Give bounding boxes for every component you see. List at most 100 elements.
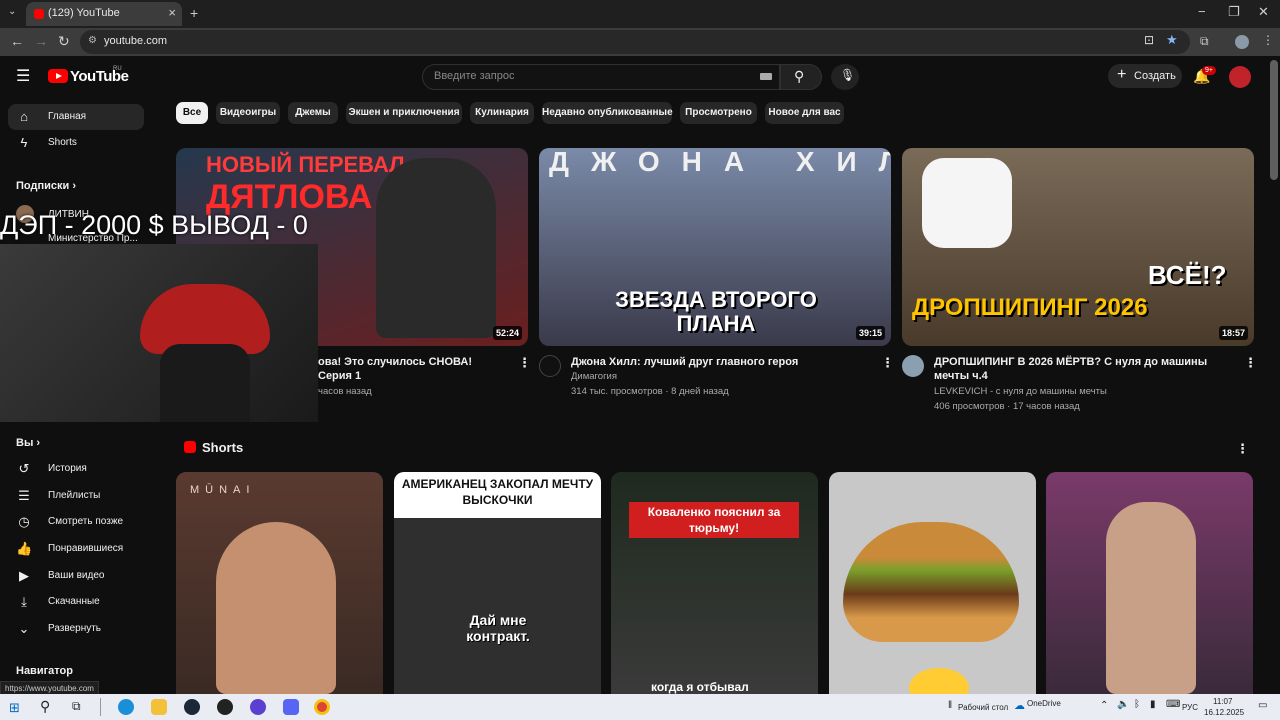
page-scrollbar[interactable]: [1270, 60, 1278, 180]
task-view-icon[interactable]: ⧉: [72, 699, 81, 714]
search-button[interactable]: ⚲: [780, 64, 822, 90]
video-title[interactable]: ова! Это случилось СНОВА! Серия 1: [318, 355, 508, 383]
voice-search-button[interactable]: 🎙: [831, 64, 859, 90]
back-icon[interactable]: ←: [10, 33, 24, 49]
short-item[interactable]: [1046, 472, 1253, 694]
channel-avatar[interactable]: [539, 355, 561, 377]
language-indicator[interactable]: РУС: [1182, 703, 1198, 712]
omnibox[interactable]: ⚙ youtube.com ⊡ ★: [80, 30, 1190, 54]
video-menu-icon[interactable]: ⋮: [1244, 355, 1257, 371]
create-button[interactable]: + Создать: [1108, 64, 1182, 88]
restore-button[interactable]: ❐: [1228, 4, 1240, 20]
onedrive-icon[interactable]: ☁: [1014, 699, 1025, 712]
windows-start-icon[interactable]: ⊞: [9, 700, 20, 716]
bookmark-star-icon[interactable]: ★: [1166, 32, 1178, 48]
short-item[interactable]: Коваленко пояснил за тюрьму! когда я отб…: [611, 472, 818, 694]
short-caption: Коваленко пояснил за тюрьму!: [629, 502, 799, 538]
short-caption: MŪNAI: [190, 484, 256, 496]
chip-cooking[interactable]: Кулинария: [470, 102, 534, 124]
chip-all[interactable]: Все: [176, 102, 208, 124]
edge-icon[interactable]: [118, 699, 134, 715]
shorts-heading: Shorts: [202, 440, 244, 455]
short-item[interactable]: [829, 472, 1036, 694]
sidebar-item-playlists[interactable]: ☰ Плейлисты: [8, 483, 144, 509]
channel-name[interactable]: Димагогия: [571, 371, 617, 382]
video-thumbnail[interactable]: ДЖОНА ХИЛЛ ЗВЕЗДА ВТОРОГО ПЛАНА 39:15: [539, 148, 891, 346]
channel-avatar[interactable]: [902, 355, 924, 377]
bluetooth-icon[interactable]: ᛒ: [1134, 699, 1140, 710]
like-icon: 👍: [16, 541, 33, 556]
chip-action[interactable]: Экшен и приключения: [346, 102, 462, 124]
url-text: youtube.com: [104, 35, 167, 47]
browser-menu-icon[interactable]: ⋮: [1262, 33, 1274, 47]
steam-icon[interactable]: [184, 699, 200, 715]
sidebar-item-history[interactable]: ↺ История: [8, 456, 144, 482]
chip-watched[interactable]: Просмотрено: [680, 102, 757, 124]
notifications-center-icon[interactable]: ▭: [1258, 700, 1267, 711]
new-tab-button[interactable]: +: [190, 5, 198, 21]
short-item[interactable]: MŪNAI: [176, 472, 383, 694]
app-icon[interactable]: [217, 699, 233, 715]
taskbar-search-icon[interactable]: ⚲: [40, 698, 50, 715]
forward-icon[interactable]: →: [34, 33, 48, 49]
video-title[interactable]: ДРОПШИПИНГ В 2026 МЁРТВ? С нуля до машин…: [934, 355, 1224, 383]
extensions-icon[interactable]: ⧉: [1200, 34, 1209, 49]
onedrive-label[interactable]: OneDrive: [1027, 699, 1061, 708]
sidebar-item-home[interactable]: ⌂ Главная: [8, 104, 144, 130]
chip-jams[interactable]: Джемы: [288, 102, 338, 124]
desktop-toolbar-label[interactable]: Рабочий стол: [958, 703, 1008, 712]
sidebar-item-downloads[interactable]: ⤓ Скачанные: [8, 589, 144, 615]
network-icon[interactable]: ⌨: [1166, 699, 1180, 710]
youtube-masthead: ☰ YouTube RU Введите запрос: [0, 56, 1280, 98]
window-close-button[interactable]: ✕: [1258, 4, 1269, 20]
subscriptions-heading[interactable]: Подписки ›: [16, 180, 76, 192]
expand-icon: ⌄: [18, 621, 30, 636]
channel-name[interactable]: LEVKEVICH - с нуля до машины мечты: [934, 386, 1107, 397]
reload-icon[interactable]: ↻: [58, 33, 70, 50]
account-avatar[interactable]: [1229, 66, 1251, 88]
video-menu-icon[interactable]: ⋮: [881, 355, 894, 371]
tab-search-icon[interactable]: ⌄: [8, 6, 16, 17]
minimize-button[interactable]: −: [1198, 4, 1206, 19]
chip-videogames[interactable]: Видеоигры: [216, 102, 280, 124]
tray-expand-icon[interactable]: ⌃: [1100, 700, 1108, 711]
search-input[interactable]: Введите запрос: [422, 64, 780, 90]
profile-avatar[interactable]: [1235, 35, 1249, 49]
hamburger-menu-icon[interactable]: ☰: [16, 66, 30, 86]
install-app-icon[interactable]: ⊡: [1144, 33, 1154, 47]
create-label: Создать: [1134, 70, 1176, 82]
sidebar-item-label: Главная: [48, 111, 87, 122]
you-heading[interactable]: Вы ›: [16, 437, 40, 449]
stream-overlay-text: ДЭП - 2000 $ ВЫВОД - 0: [0, 210, 308, 240]
sidebar-item-label: Смотреть позже: [48, 516, 124, 527]
desktop-toolbar-icon[interactable]: ‖: [948, 700, 952, 711]
sidebar-item-expand[interactable]: ⌄ Развернуть: [8, 616, 144, 642]
playlists-icon: ☰: [18, 488, 30, 503]
file-explorer-icon[interactable]: [151, 699, 167, 715]
obs-icon[interactable]: [250, 699, 266, 715]
tab-youtube[interactable]: (129) YouTube ×: [26, 2, 182, 26]
video-thumbnail[interactable]: ВСЁ!? ДРОПШИПИНГ 2026 18:57: [902, 148, 1254, 346]
video-title[interactable]: Джона Хилл: лучший друг главного героя: [571, 355, 861, 369]
clock-time[interactable]: 11:07: [1213, 697, 1232, 706]
sidebar-item-your-videos[interactable]: ▶ Ваши видео: [8, 563, 144, 589]
burger-image: [843, 522, 1019, 642]
chrome-icon[interactable]: [314, 699, 330, 715]
sidebar-item-watch-later[interactable]: ◷ Смотреть позже: [8, 509, 144, 535]
battery-icon[interactable]: ▮: [1150, 699, 1156, 710]
short-item[interactable]: АМЕРИКАНЕЦ ЗАКОПАЛ МЕЧТУ ВЫСКОЧКИ Дай мн…: [394, 472, 601, 694]
youtube-logo-icon[interactable]: [48, 69, 68, 83]
thumbnail-text: ВСЁ!?: [1148, 260, 1227, 290]
shorts-menu-icon[interactable]: ⋮: [1236, 441, 1249, 457]
keyboard-icon[interactable]: [760, 73, 772, 80]
chip-recent[interactable]: Недавно опубликованные: [542, 102, 673, 124]
sidebar-item-liked[interactable]: 👍 Понравившиеся: [8, 536, 144, 562]
video-menu-icon[interactable]: ⋮: [518, 355, 531, 371]
discord-icon[interactable]: [283, 699, 299, 715]
sidebar-item-shorts[interactable]: ϟ Shorts: [8, 130, 144, 156]
chip-new-for-you[interactable]: Новое для вас: [765, 102, 844, 124]
tab-close-icon[interactable]: ×: [168, 5, 176, 20]
site-info-icon[interactable]: ⚙: [88, 35, 97, 46]
volume-icon[interactable]: 🔈: [1117, 699, 1129, 710]
clock-date[interactable]: 16.12.2025: [1204, 708, 1244, 717]
